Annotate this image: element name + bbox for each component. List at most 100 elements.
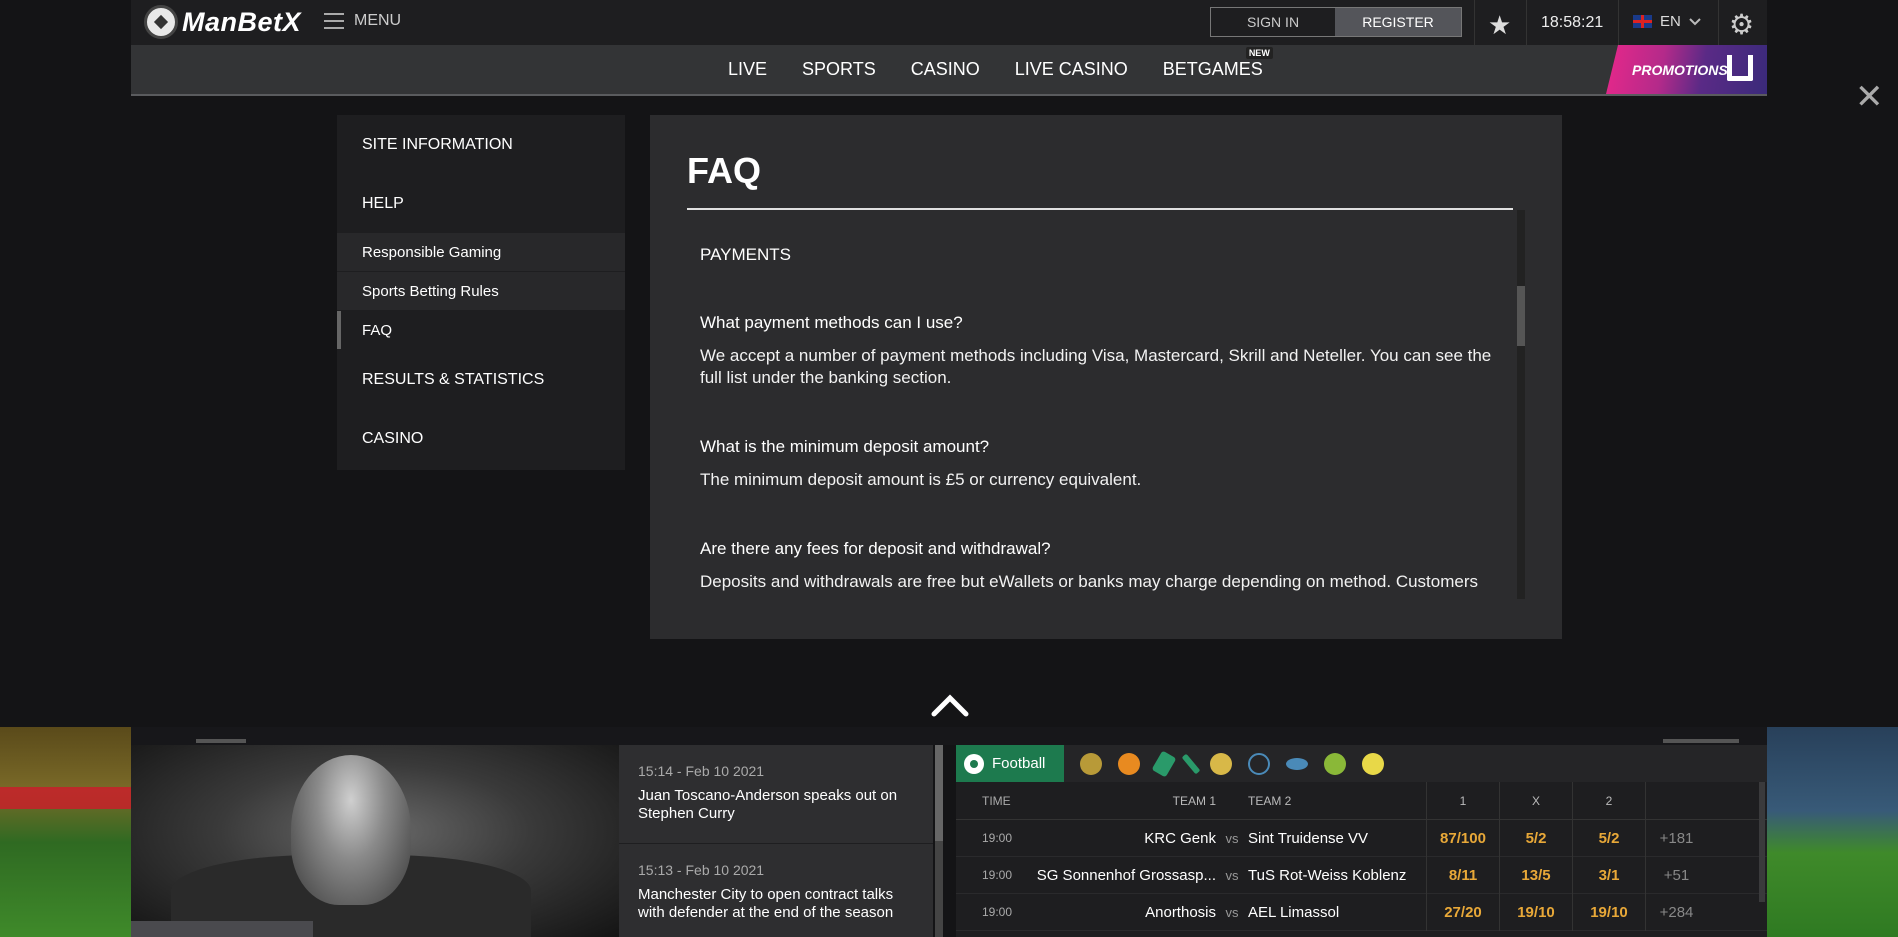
more-markets-button[interactable]: +51 — [1645, 856, 1707, 894]
faq-question: What is the minimum deposit amount? — [700, 437, 990, 456]
nav-live-casino[interactable]: LIVE CASINO — [1015, 59, 1128, 80]
news-time: 15:14 - Feb 10 2021 — [638, 763, 765, 779]
nav-items: LIVE SPORTS CASINO LIVE CASINO BETGAMES … — [728, 45, 1298, 94]
match-team1[interactable]: Anorthosis — [1026, 904, 1216, 921]
nav-casino[interactable]: CASINO — [911, 59, 980, 80]
news-item[interactable]: 15:14 - Feb 10 2021 Juan Toscano-Anderso… — [619, 745, 933, 844]
faq-list: PAYMENTS What payment methods can I use?… — [700, 210, 1510, 593]
register-button[interactable]: REGISTER — [1335, 8, 1461, 36]
promotions-label: PROMOTIONS — [1632, 61, 1728, 78]
sidebar-item-faq[interactable]: FAQ — [337, 311, 625, 349]
match-team2[interactable]: TuS Rot-Weiss Koblenz — [1248, 867, 1426, 884]
sidebar-item-responsible-gaming[interactable]: Responsible Gaming — [337, 233, 625, 271]
faq-panel: FAQ PAYMENTS What payment methods can I … — [650, 115, 1562, 639]
sidebar-casino[interactable]: CASINO — [337, 409, 625, 468]
news-time: 15:13 - Feb 10 2021 — [638, 862, 765, 878]
cricket-icon[interactable] — [1151, 749, 1177, 778]
sidebar-item-sports-betting-rules[interactable]: Sports Betting Rules — [337, 272, 625, 310]
match-team1[interactable]: KRC Genk — [1026, 830, 1216, 847]
match-vs: vs — [1225, 904, 1239, 920]
odds-1-button[interactable]: 27/20 — [1426, 893, 1499, 931]
water-polo-icon[interactable] — [1210, 752, 1232, 775]
favorites-star-icon[interactable]: ★ — [1488, 10, 1511, 41]
odds-scrollbar[interactable] — [1759, 782, 1765, 902]
match-time: 19:00 — [982, 905, 1013, 919]
tab-football-label: Football — [992, 755, 1046, 772]
more-markets-button[interactable]: +181 — [1645, 819, 1707, 857]
faq-answer: The minimum deposit amount is £5 or curr… — [700, 470, 1142, 489]
chevron-up-icon[interactable] — [930, 690, 970, 720]
faq-scroll-area[interactable]: PAYMENTS What payment methods can I use?… — [687, 210, 1523, 599]
hockey-icon[interactable] — [1181, 753, 1201, 774]
promotions-button[interactable]: PROMOTIONS — [1606, 45, 1767, 94]
nav-sports[interactable]: SPORTS — [802, 59, 876, 80]
header-divider — [1718, 0, 1719, 45]
news-image-caption-bar — [131, 921, 313, 937]
tennis-icon[interactable] — [1080, 752, 1102, 775]
menu-button[interactable]: MENU — [324, 12, 401, 30]
news-scrollbar[interactable] — [935, 745, 943, 937]
nav-live[interactable]: LIVE — [728, 59, 767, 80]
badminton-icon[interactable] — [1324, 752, 1346, 775]
ice-hockey-icon[interactable] — [1286, 757, 1308, 770]
logo[interactable]: ManBetX — [144, 4, 301, 40]
language-selector[interactable]: EN — [1633, 13, 1701, 30]
faq-scrollbar[interactable] — [1517, 210, 1525, 599]
faq-answer: We accept a number of payment methods in… — [700, 346, 1492, 387]
odds-1-button[interactable]: 87/100 — [1426, 819, 1499, 857]
match-vs: vs — [1225, 830, 1239, 846]
table-row: 19:00 Anorthosis vs AEL Limassol 27/20 1… — [956, 893, 1767, 931]
basketball-icon[interactable] — [1118, 752, 1140, 775]
sidebar-site-information[interactable]: SITE INFORMATION — [337, 115, 625, 174]
sign-in-button[interactable]: SIGN IN — [1211, 8, 1335, 36]
main-nav: LIVE SPORTS CASINO LIVE CASINO BETGAMES … — [131, 45, 1767, 96]
tab-football[interactable]: Football — [956, 745, 1064, 782]
odds-x-button[interactable]: 5/2 — [1499, 819, 1572, 857]
stadium-photo-left — [0, 727, 131, 937]
match-time: 19:00 — [982, 868, 1013, 882]
close-icon[interactable]: ✕ — [1855, 80, 1884, 114]
clock: 18:58:21 — [1541, 14, 1604, 31]
news-scrollbar-thumb[interactable] — [935, 745, 943, 841]
faq-question: Are there any fees for deposit and withd… — [700, 539, 1051, 558]
table-row: 19:00 SG Sonnenhof Grossasp... vs TuS Ro… — [956, 856, 1767, 894]
col-odds-2: 2 — [1572, 781, 1645, 820]
auth-buttons: SIGN IN REGISTER — [1210, 7, 1462, 37]
sport-tabs: Football — [956, 745, 1767, 782]
match-time: 19:00 — [982, 831, 1013, 845]
faq-question: What payment methods can I use? — [700, 313, 963, 332]
odds-1-button[interactable]: 8/11 — [1426, 856, 1499, 894]
menu-label: MENU — [354, 12, 402, 29]
futsal-icon[interactable] — [1248, 752, 1270, 775]
sidebar-results-statistics[interactable]: RESULTS & STATISTICS — [337, 350, 625, 409]
strip-marker — [1663, 739, 1739, 743]
gear-icon[interactable]: ⚙ — [1729, 8, 1754, 41]
col-team2: TEAM 2 — [1248, 793, 1292, 808]
match-team2[interactable]: Sint Truidense VV — [1248, 830, 1426, 847]
nav-betgames[interactable]: BETGAMES NEW — [1163, 47, 1273, 80]
volleyball-icon[interactable] — [1362, 752, 1384, 775]
odds-2-button[interactable]: 19/10 — [1572, 893, 1645, 931]
col-more — [1645, 781, 1707, 820]
sidebar-help[interactable]: HELP — [337, 174, 625, 233]
faq-answer: Deposits and withdrawals are free but eW… — [700, 572, 1478, 591]
match-team2[interactable]: AEL Limassol — [1248, 904, 1426, 921]
promotions-logo-icon — [1727, 55, 1753, 81]
odds-2-button[interactable]: 3/1 — [1572, 856, 1645, 894]
odds-x-button[interactable]: 13/5 — [1499, 856, 1572, 894]
news-item[interactable]: 15:13 - Feb 10 2021 Manchester City to o… — [619, 844, 933, 937]
logo-ball-icon — [144, 5, 178, 39]
header-divider — [1526, 0, 1527, 45]
football-icon — [964, 753, 984, 774]
more-markets-button[interactable]: +284 — [1645, 893, 1707, 931]
odds-x-button[interactable]: 19/10 — [1499, 893, 1572, 931]
news-image[interactable] — [131, 745, 619, 937]
logo-text: ManBetX — [182, 6, 302, 37]
news-list: 15:14 - Feb 10 2021 Juan Toscano-Anderso… — [619, 745, 933, 937]
odds-2-button[interactable]: 5/2 — [1572, 819, 1645, 857]
odds-widget: Football TIME TEAM 1 TEAM 2 1 X 2 19:00 … — [956, 745, 1767, 937]
match-team1[interactable]: SG Sonnenhof Grossasp... — [1026, 867, 1216, 884]
strip-marker — [196, 739, 246, 743]
faq-scrollbar-thumb[interactable] — [1517, 286, 1525, 346]
language-code: EN — [1660, 13, 1681, 30]
